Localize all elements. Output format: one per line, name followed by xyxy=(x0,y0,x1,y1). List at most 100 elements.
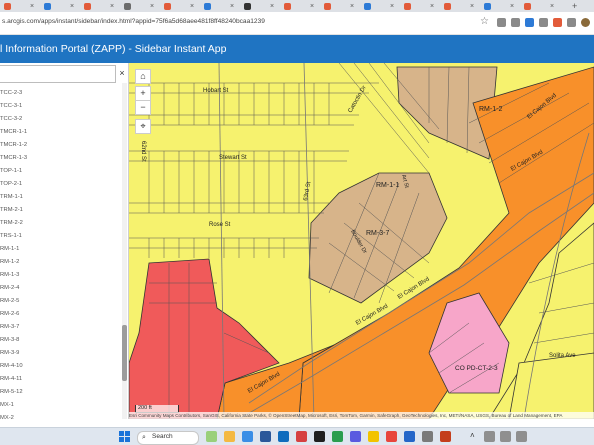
taskbar-search-box[interactable]: ⌕ Search xyxy=(137,431,199,445)
zone-list-item[interactable]: TRM-1-1 xyxy=(0,191,23,204)
zone-list-item[interactable]: RM-2-4 xyxy=(0,282,19,295)
tab-close-icon[interactable]: × xyxy=(430,2,434,11)
browser-tab[interactable]: × xyxy=(284,2,320,12)
browser-tab[interactable]: × xyxy=(364,2,400,12)
zone-list-item[interactable]: TOP-2-1 xyxy=(0,178,22,191)
zone-list-item[interactable]: TCC-2-3 xyxy=(0,87,22,100)
tab-close-icon[interactable]: × xyxy=(190,2,194,11)
zone-list-item[interactable]: MX-2 xyxy=(0,412,14,419)
extension-icon[interactable] xyxy=(525,18,534,27)
zoom-out-button[interactable]: − xyxy=(135,100,151,115)
browser-tab[interactable]: × xyxy=(404,2,440,12)
zone-list-item[interactable]: RM-4-11 xyxy=(0,373,22,386)
bicycle-app-icon[interactable] xyxy=(206,431,217,442)
browser-tab[interactable]: × xyxy=(204,2,240,12)
volume-icon[interactable] xyxy=(500,431,511,442)
map-canvas[interactable]: Hobart St Stewart St Rose St Catoctin Dr… xyxy=(129,63,594,419)
sidebar-scrollbar[interactable] xyxy=(122,83,127,419)
zone-list-item[interactable]: TOP-1-1 xyxy=(0,165,22,178)
zone-list-item[interactable]: RM-3-8 xyxy=(0,334,19,347)
zoning-map[interactable]: Hobart St Stewart St Rose St Catoctin Dr… xyxy=(129,63,594,419)
browser-tab[interactable]: × xyxy=(244,2,280,12)
tab-close-icon[interactable]: × xyxy=(390,2,394,11)
tab-close-icon[interactable]: × xyxy=(510,2,514,11)
browser-tab[interactable]: × xyxy=(84,2,120,12)
browser-tab[interactable]: × xyxy=(444,2,480,12)
tab-close-icon[interactable]: × xyxy=(110,2,114,11)
zone-list-item[interactable]: RM-2-5 xyxy=(0,295,19,308)
close-sidebar-button[interactable]: × xyxy=(117,67,127,79)
terminal-icon[interactable] xyxy=(314,431,325,442)
excel-icon[interactable] xyxy=(332,431,343,442)
sidebar-scroll-thumb[interactable] xyxy=(122,325,127,381)
zoom-in-button[interactable]: + xyxy=(135,86,151,101)
browser-tab[interactable]: × xyxy=(484,2,520,12)
zone-list-item[interactable]: TCC-3-2 xyxy=(0,113,22,126)
system-clock[interactable] xyxy=(540,431,580,442)
zone-list-item[interactable]: TCC-3-1 xyxy=(0,100,22,113)
outlook-icon[interactable] xyxy=(278,431,289,442)
settings-gear-icon[interactable] xyxy=(422,431,433,442)
tab-close-icon[interactable]: × xyxy=(270,2,274,11)
extension-icon[interactable] xyxy=(511,18,520,27)
zone-list-item[interactable]: TRS-1-1 xyxy=(0,230,22,243)
zone-list-item[interactable]: RM-1-3 xyxy=(0,269,19,282)
network-icon[interactable] xyxy=(484,431,495,442)
chrome-icon[interactable] xyxy=(386,431,397,442)
tab-favicon-icon xyxy=(284,3,291,10)
bookmark-star-icon[interactable]: ☆ xyxy=(480,16,489,27)
locate-button[interactable]: ⌖ xyxy=(135,119,151,134)
zone-list-item[interactable]: TMCR-1-3 xyxy=(0,152,27,165)
zone-list-item[interactable]: RM-1-1 xyxy=(0,243,19,256)
extension-icon[interactable] xyxy=(497,18,506,27)
browser-tab[interactable]: × xyxy=(324,2,360,12)
home-button[interactable]: ⌂ xyxy=(135,69,151,84)
zone-list-item[interactable]: MX-1 xyxy=(0,399,14,412)
zoom-app-icon[interactable] xyxy=(404,431,415,442)
profile-avatar[interactable] xyxy=(581,18,590,27)
zone-list-item[interactable]: TMCR-1-2 xyxy=(0,139,27,152)
extension-icon[interactable] xyxy=(553,18,562,27)
tab-close-icon[interactable]: × xyxy=(470,2,474,11)
windows-start-icon[interactable] xyxy=(119,431,130,442)
zone-list-item[interactable]: TRM-2-1 xyxy=(0,204,23,217)
word-icon[interactable] xyxy=(260,431,271,442)
tab-close-icon[interactable]: × xyxy=(70,2,74,11)
sidebar-search-input[interactable] xyxy=(0,65,116,83)
browser-tab[interactable]: × xyxy=(44,2,80,12)
powerpoint-icon[interactable] xyxy=(440,431,451,442)
edge-browser-icon[interactable] xyxy=(242,431,253,442)
zone-list-item[interactable]: RM-3-7 xyxy=(0,321,19,334)
address-bar[interactable]: s.arcgis.com/apps/instant/sidebar/index.… xyxy=(0,12,594,35)
zone-list-item[interactable]: TMCR-1-1 xyxy=(0,126,27,139)
zone-list-item[interactable]: TRM-2-2 xyxy=(0,217,23,230)
browser-tab[interactable]: × xyxy=(124,2,160,12)
url-text[interactable]: s.arcgis.com/apps/instant/sidebar/index.… xyxy=(2,18,265,25)
tab-close-icon[interactable]: × xyxy=(550,2,554,11)
extension-icon[interactable] xyxy=(539,18,548,27)
browser-tab[interactable]: × xyxy=(524,2,560,12)
extension-icon[interactable] xyxy=(567,18,576,27)
tab-favicon-icon xyxy=(124,3,131,10)
browser-tab[interactable]: × xyxy=(164,2,200,12)
zone-list-item[interactable]: RM-2-6 xyxy=(0,308,19,321)
teams-icon[interactable] xyxy=(350,431,361,442)
mcafee-icon[interactable] xyxy=(296,431,307,442)
zone-residential-south[interactable] xyxy=(508,352,594,419)
tab-close-icon[interactable]: × xyxy=(230,2,234,11)
tab-close-icon[interactable]: × xyxy=(30,2,34,11)
sidebar-panel: × TCC-2-3 TCC-3-1 TCC-3-2 TMCR-1-1 TMCR-1-2 T… xyxy=(0,63,129,419)
file-explorer-icon[interactable] xyxy=(224,431,235,442)
tab-close-icon[interactable]: × xyxy=(350,2,354,11)
tab-close-icon[interactable]: × xyxy=(150,2,154,11)
tab-close-icon[interactable]: × xyxy=(310,2,314,11)
notes-icon[interactable] xyxy=(368,431,379,442)
zone-list-item[interactable]: RM-5-12 xyxy=(0,386,23,399)
new-tab-button[interactable]: + xyxy=(566,2,590,12)
battery-icon[interactable] xyxy=(516,431,527,442)
zone-list-item[interactable]: RM-1-2 xyxy=(0,256,19,269)
chevron-up-icon[interactable]: ˄ xyxy=(470,431,475,440)
browser-tab[interactable]: × xyxy=(4,2,40,12)
zone-list-item[interactable]: RM-4-10 xyxy=(0,360,23,373)
zone-list-item[interactable]: RM-3-9 xyxy=(0,347,19,360)
